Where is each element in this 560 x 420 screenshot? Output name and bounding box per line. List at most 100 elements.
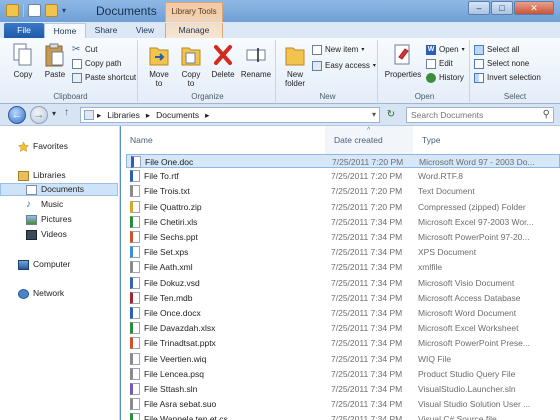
column-header-date-created[interactable]: ^ Date created	[325, 126, 413, 154]
cut-button[interactable]: ✂ Cut	[72, 44, 97, 56]
close-button[interactable]: ✕	[514, 1, 554, 15]
properties-icon[interactable]	[28, 4, 41, 17]
rename-icon	[246, 48, 266, 62]
file-row[interactable]: File Dokuz.vsd 7/25/2011 7:34 PM Microsoft…	[126, 276, 560, 290]
select-none-button[interactable]: Select none	[474, 58, 529, 70]
file-row[interactable]: File Lencea.psq 7/25/2011 7:34 PM Product …	[126, 367, 560, 381]
file-date: 7/25/2011 7:34 PM	[331, 216, 403, 227]
maximize-button[interactable]: □	[491, 1, 513, 15]
history-button[interactable]: History	[426, 72, 464, 84]
tab-home[interactable]: Home	[44, 23, 86, 38]
copy-button[interactable]: Copy	[8, 43, 38, 79]
file-row[interactable]: File Aath.xml 7/25/2011 7:34 PM xmlfile	[126, 260, 560, 274]
new-folder-button[interactable]: New folder	[280, 43, 310, 88]
nav-network-label: Network	[33, 288, 65, 298]
nav-computer-label: Computer	[33, 259, 71, 269]
nav-item-videos[interactable]: Videos	[0, 228, 118, 241]
copy-to-button[interactable]: Copy to	[176, 43, 206, 88]
up-button[interactable]: ↑	[64, 107, 69, 118]
new-folder-icon[interactable]	[45, 4, 58, 17]
nav-item-pictures[interactable]: Pictures	[0, 213, 118, 226]
paste-button[interactable]: Paste	[40, 43, 70, 79]
column-header-name[interactable]: Name	[121, 126, 325, 154]
copy-path-button[interactable]: Copy path	[72, 58, 121, 70]
copy-icon	[13, 43, 32, 66]
file-row[interactable]: File Sechs.ppt 7/25/2011 7:34 PM Microsoft…	[126, 230, 560, 244]
breadcrumb-documents[interactable]: Documents	[156, 110, 199, 121]
title-bar: ▾ Documents Library Tools – □ ✕	[0, 0, 560, 22]
nav-item-computer[interactable]: Computer	[0, 258, 118, 271]
breadcrumb-separator[interactable]: ▸	[146, 110, 150, 121]
paste-shortcut-button[interactable]: Paste shortcut	[72, 72, 136, 84]
column-header-type[interactable]: Type	[413, 126, 560, 154]
file-name: File One.doc	[145, 157, 194, 167]
file-row[interactable]: File Set.xps 7/25/2011 7:34 PM XPS Documen…	[126, 245, 560, 259]
file-row[interactable]: File Trinadtsat.pptx 7/25/2011 7:34 PM Mic…	[126, 336, 560, 350]
invert-selection-button[interactable]: Invert selection	[474, 72, 541, 84]
paste-shortcut-icon	[72, 73, 82, 83]
copy-label: Copy	[13, 70, 33, 79]
delete-button[interactable]: Delete	[208, 43, 238, 79]
nav-item-network[interactable]: Network	[0, 287, 118, 300]
music-icon: ♪	[26, 198, 31, 210]
back-button[interactable]: ←	[8, 106, 26, 124]
file-row[interactable]: File Asra sebat.suo 7/25/2011 7:34 PM Visu…	[126, 397, 560, 411]
refresh-button[interactable]: ↻	[384, 108, 398, 122]
search-icon[interactable]: ⚲	[543, 109, 550, 120]
tab-view[interactable]: View	[128, 23, 162, 38]
breadcrumb-separator[interactable]: ▸	[205, 110, 209, 121]
file-row[interactable]: File Chetiri.xls 7/25/2011 7:34 PM Microso…	[126, 215, 560, 229]
file-row[interactable]: File Sttash.sln 7/25/2011 7:34 PM VisualSt…	[126, 382, 560, 396]
file-date: 7/25/2011 7:34 PM	[331, 277, 403, 288]
file-icon	[130, 322, 140, 335]
nav-item-music[interactable]: ♪ Music	[0, 198, 118, 211]
chevron-down-icon: ▾	[461, 47, 465, 53]
rename-button[interactable]: Rename	[240, 43, 272, 79]
move-to-button[interactable]: Move to	[144, 43, 174, 88]
breadcrumb-separator[interactable]: ▸	[97, 110, 101, 121]
file-row[interactable]: File Davazdah.xlsx 7/25/2011 7:34 PM Micro…	[126, 321, 560, 335]
file-row[interactable]: File To.rtf 7/25/2011 7:20 PM Word.RTF.8	[126, 169, 560, 183]
breadcrumb-libraries[interactable]: Libraries	[107, 110, 140, 121]
file-type: WIQ File	[418, 353, 452, 364]
select-all-button[interactable]: Select all	[474, 44, 519, 56]
nav-item-documents[interactable]: Documents	[0, 183, 118, 196]
file-row[interactable]: File One.doc 7/25/2011 7:20 PM Microsoft W…	[126, 154, 560, 168]
file-row[interactable]: File Veertien.wiq 7/25/2011 7:34 PM WIQ Fi…	[126, 352, 560, 366]
select-group-label: Select	[503, 92, 527, 101]
select-none-icon	[474, 59, 484, 69]
easy-access-button[interactable]: Easy access ▾	[312, 60, 376, 72]
tab-manage[interactable]: Manage	[165, 23, 223, 38]
file-icon	[130, 291, 140, 304]
customize-toolbar-icon[interactable]: ▾	[62, 6, 66, 15]
file-date: 7/25/2011 7:34 PM	[331, 368, 403, 379]
file-icon	[130, 200, 140, 213]
recent-locations-dropdown[interactable]: ▾	[52, 109, 56, 118]
new-item-button[interactable]: New item ▾	[312, 44, 364, 56]
paste-icon	[45, 43, 64, 67]
file-row[interactable]: File Trois.txt 7/25/2011 7:20 PM Text Docu…	[126, 184, 560, 198]
open-label: Open	[439, 45, 459, 54]
address-bar[interactable]: ▸ Libraries ▸ Documents ▸ ▾	[80, 107, 380, 123]
file-icon	[130, 246, 140, 259]
minimize-button[interactable]: –	[468, 1, 490, 15]
file-name-cell: File Chetiri.xls	[130, 215, 197, 229]
file-icon	[130, 413, 140, 420]
file-row[interactable]: File Once.docx 7/25/2011 7:34 PM Microsoft…	[126, 306, 560, 320]
tab-share[interactable]: Share	[88, 23, 124, 38]
tab-file[interactable]: File	[4, 23, 44, 38]
file-row[interactable]: File Wanpela ten et.cs 7/25/2011 7:34 PM V…	[126, 412, 560, 420]
nav-item-libraries[interactable]: Libraries	[0, 169, 118, 182]
breadcrumb: ▸ Libraries ▸ Documents ▸	[97, 110, 209, 121]
column-name-label: Name	[130, 135, 153, 145]
forward-button[interactable]: →	[30, 106, 48, 124]
nav-item-favorites[interactable]: Favorites	[0, 140, 118, 153]
edit-button[interactable]: Edit	[426, 58, 453, 70]
address-dropdown-icon[interactable]: ▾	[372, 110, 376, 119]
properties-button[interactable]: Properties	[382, 43, 424, 79]
move-to-label: Move to	[149, 70, 169, 88]
search-input[interactable]	[407, 108, 535, 122]
open-button[interactable]: W Open ▾	[426, 44, 465, 56]
file-row[interactable]: File Quattro.zip 7/25/2011 7:20 PM Compres…	[126, 200, 560, 214]
file-row[interactable]: File Ten.mdb 7/25/2011 7:34 PM Microsoft A…	[126, 291, 560, 305]
